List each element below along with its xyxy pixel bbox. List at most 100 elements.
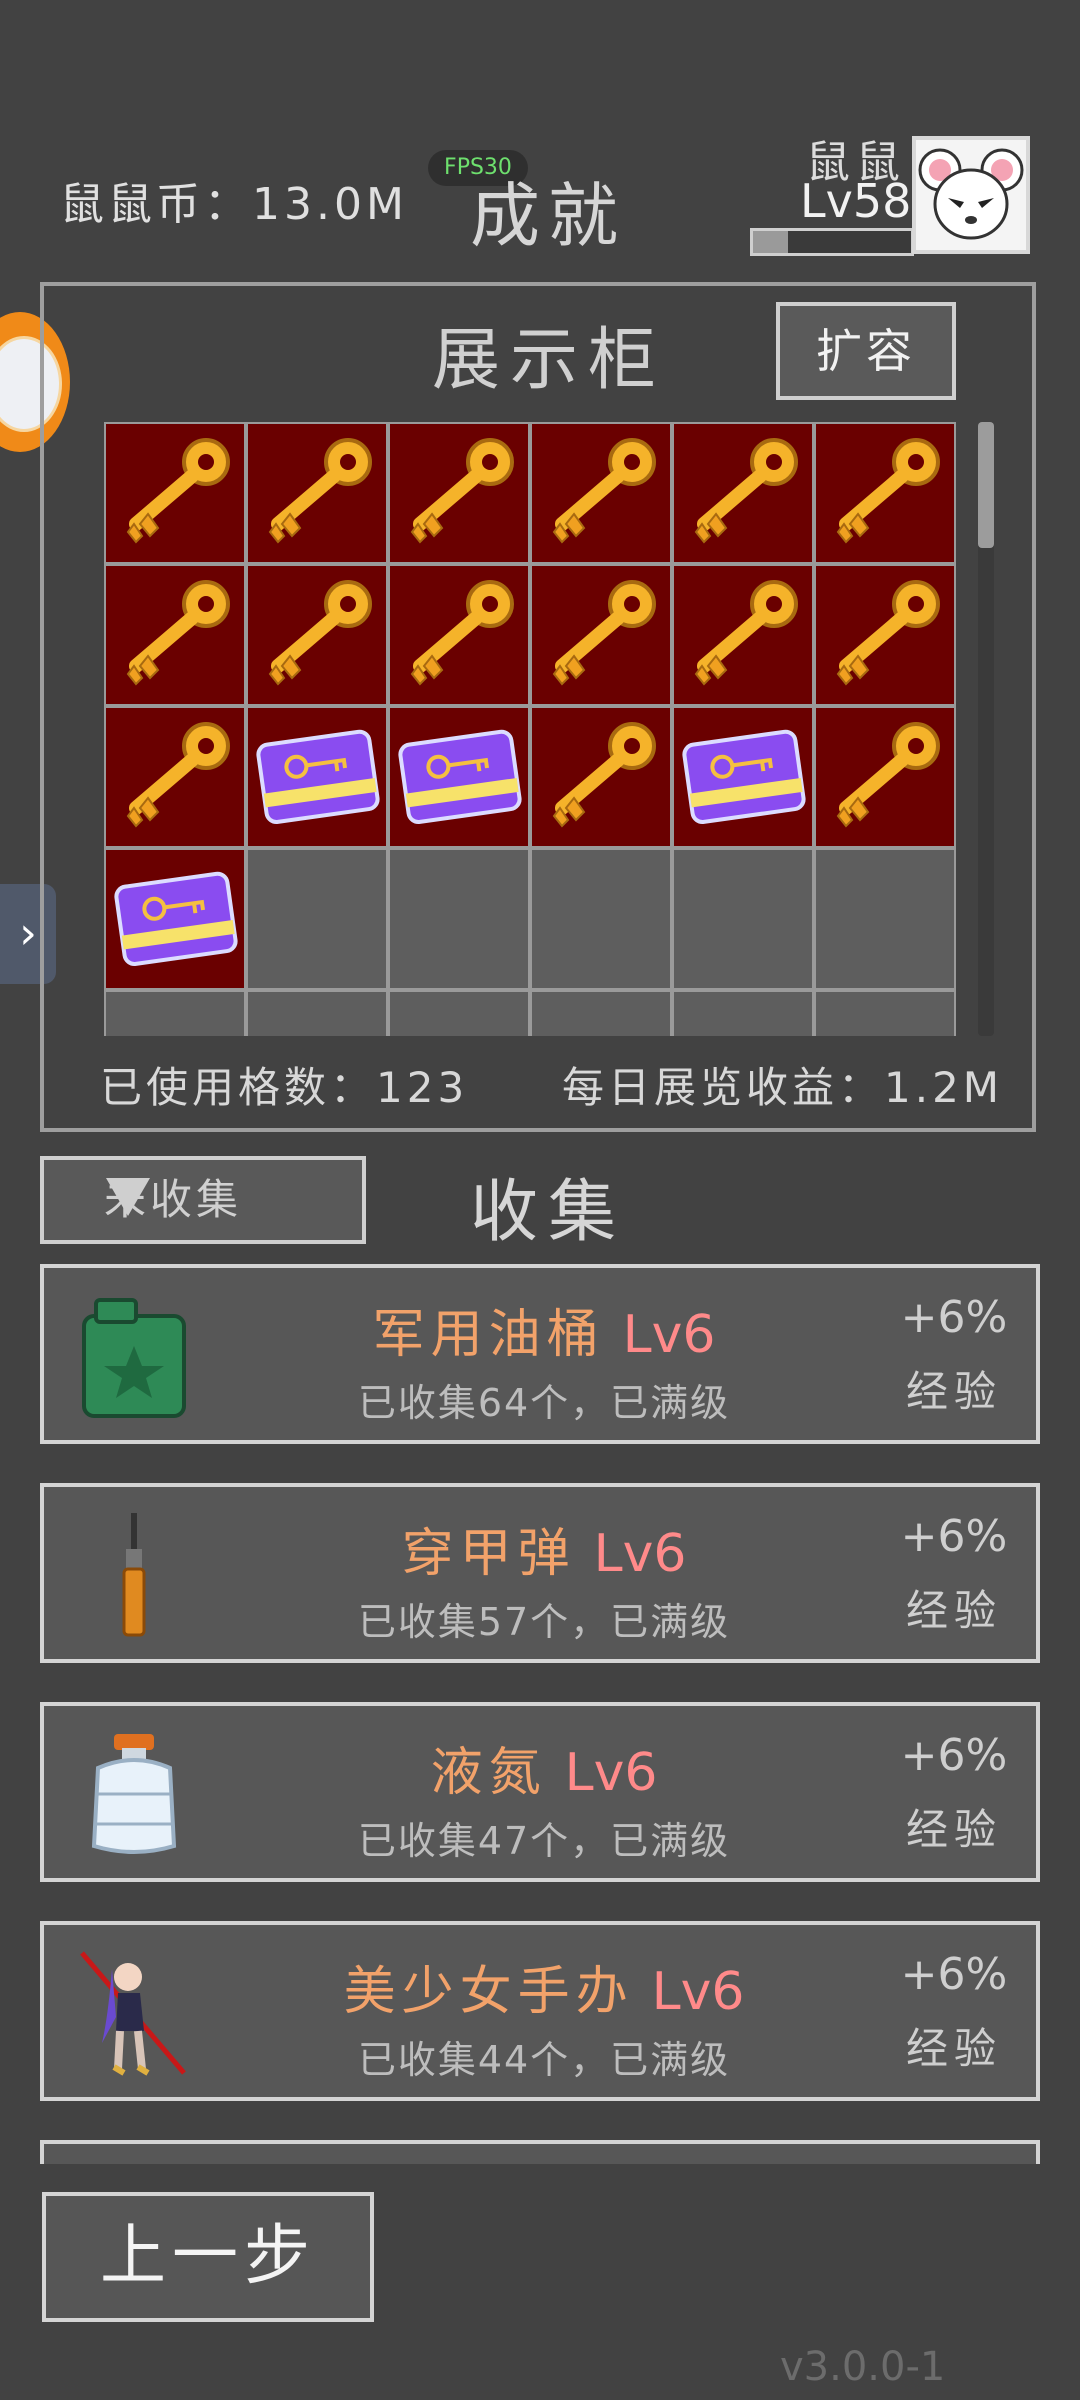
showcase-slot[interactable] xyxy=(814,564,956,706)
showcase-slot[interactable] xyxy=(104,706,246,848)
key-icon xyxy=(252,570,382,700)
keycard-icon xyxy=(678,712,808,842)
showcase-slot[interactable] xyxy=(530,422,672,564)
item-level: Lv6 xyxy=(564,1743,658,1803)
empty-slot[interactable] xyxy=(530,990,672,1036)
empty-slot[interactable] xyxy=(104,990,246,1036)
collection-title: 收集 xyxy=(470,1173,627,1252)
item-bonus: +6% xyxy=(900,1292,1008,1343)
ap-round-icon xyxy=(68,1509,200,1641)
jerrycan-icon xyxy=(68,1290,200,1422)
key-icon xyxy=(820,428,950,558)
item-name: 穿甲弹 Lv6 xyxy=(214,1511,874,1586)
item-bonus: +6% xyxy=(900,1949,1008,2000)
showcase-slot[interactable] xyxy=(104,564,246,706)
empty-slot[interactable] xyxy=(672,990,814,1036)
liquid-nitrogen-icon xyxy=(68,1728,200,1860)
empty-slot[interactable] xyxy=(246,848,388,990)
item-level: Lv6 xyxy=(651,1962,745,2022)
item-progress-text: 已收集44个，已满级 xyxy=(357,2038,731,2082)
key-icon xyxy=(536,570,666,700)
empty-slot[interactable] xyxy=(814,990,956,1036)
expand-button[interactable]: 扩容 xyxy=(776,302,956,400)
item-name: 军用油桶 Lv6 xyxy=(214,1292,874,1367)
empty-slot[interactable] xyxy=(814,848,956,990)
collection-item[interactable]: 穿甲弹 Lv6 已收集57个，已满级 +6% 经验 xyxy=(40,1483,1040,1663)
empty-slot[interactable] xyxy=(388,848,530,990)
item-bonus: +6% xyxy=(900,1730,1008,1781)
player-level: Lv58 xyxy=(800,174,912,228)
collection-item[interactable]: 美少女手办 Lv6 已收集44个，已满级 +6% 经验 xyxy=(40,1921,1040,2101)
collection-list[interactable]: 军用油桶 Lv6 已收集64个，已满级 +6% 经验 穿甲弹 Lv6 已收集57个，已满级 +6… xyxy=(40,1264,1040,2164)
showcase-slot[interactable] xyxy=(388,706,530,848)
item-bonus-label: 经验 xyxy=(905,1586,1002,1635)
empty-slot[interactable] xyxy=(388,990,530,1036)
showcase-slot[interactable] xyxy=(672,706,814,848)
key-icon xyxy=(110,712,240,842)
collection-item[interactable] xyxy=(40,2140,1040,2164)
currency-display: 鼠鼠币：13.0M xyxy=(60,179,408,230)
triangle-down-icon xyxy=(106,1178,150,1216)
key-icon xyxy=(678,570,808,700)
page-title: 成就 xyxy=(470,175,626,257)
item-level: Lv6 xyxy=(622,1305,716,1365)
showcase-slot[interactable] xyxy=(246,422,388,564)
showcase-slot[interactable] xyxy=(246,706,388,848)
keycard-icon xyxy=(252,712,382,842)
showcase-grid[interactable] xyxy=(104,422,960,1036)
collection-item[interactable]: 液氮 Lv6 已收集47个，已满级 +6% 经验 xyxy=(40,1702,1040,1882)
figure-icon xyxy=(68,1947,200,2079)
item-bonus-label: 经验 xyxy=(905,1367,1002,1416)
uncollected-filter-button[interactable]: 未收集 xyxy=(40,1156,366,1244)
item-name-text: 液氮 xyxy=(430,1743,547,1803)
daily-income-text: 每日展览收益：1.2M xyxy=(562,1063,1004,1112)
showcase-slot[interactable] xyxy=(104,422,246,564)
key-icon xyxy=(536,428,666,558)
showcase-slot[interactable] xyxy=(530,706,672,848)
key-icon xyxy=(536,712,666,842)
item-progress-text: 已收集57个，已满级 xyxy=(357,1600,731,1644)
collection-item[interactable]: 军用油桶 Lv6 已收集64个，已满级 +6% 经验 xyxy=(40,1264,1040,1444)
keycard-icon xyxy=(110,854,240,984)
key-icon xyxy=(820,570,950,700)
showcase-slot[interactable] xyxy=(104,848,246,990)
key-icon xyxy=(678,428,808,558)
key-icon xyxy=(820,712,950,842)
keycard-icon xyxy=(394,712,524,842)
item-bonus-label: 经验 xyxy=(905,1805,1002,1854)
item-name-text: 美少女手办 xyxy=(343,1962,634,2022)
showcase-slot[interactable] xyxy=(246,564,388,706)
version-label: v3.0.0-1 xyxy=(780,2344,946,2390)
key-icon xyxy=(394,570,524,700)
mouse-avatar-icon xyxy=(918,148,1024,240)
used-slots-text: 已使用格数：123 xyxy=(100,1063,469,1112)
showcase-slot[interactable] xyxy=(672,422,814,564)
item-name: 美少女手办 Lv6 xyxy=(214,1949,874,2024)
xp-progress-fill xyxy=(753,231,788,253)
empty-slot[interactable] xyxy=(530,848,672,990)
item-bonus-label: 经验 xyxy=(905,2024,1002,2073)
item-bonus: +6% xyxy=(900,1511,1008,1562)
item-name: 液氮 Lv6 xyxy=(214,1730,874,1805)
xp-progress-bar xyxy=(750,228,914,256)
key-icon xyxy=(110,428,240,558)
item-name-text: 军用油桶 xyxy=(372,1305,605,1365)
empty-slot[interactable] xyxy=(672,848,814,990)
showcase-title: 展示柜 xyxy=(432,321,667,400)
showcase-slot[interactable] xyxy=(388,422,530,564)
key-icon xyxy=(252,428,382,558)
grid-scrollbar-thumb[interactable] xyxy=(978,422,994,548)
avatar[interactable] xyxy=(912,136,1030,254)
showcase-slot[interactable] xyxy=(814,706,956,848)
showcase-slot[interactable] xyxy=(672,564,814,706)
item-progress-text: 已收集64个，已满级 xyxy=(357,1381,731,1425)
item-progress-text: 已收集47个，已满级 xyxy=(357,1819,731,1863)
back-button[interactable]: 上一步 xyxy=(42,2192,374,2322)
showcase-slot[interactable] xyxy=(388,564,530,706)
key-icon xyxy=(394,428,524,558)
empty-slot[interactable] xyxy=(246,990,388,1036)
showcase-slot[interactable] xyxy=(530,564,672,706)
showcase-slot[interactable] xyxy=(814,422,956,564)
item-name-text: 穿甲弹 xyxy=(401,1524,576,1584)
key-icon xyxy=(110,570,240,700)
